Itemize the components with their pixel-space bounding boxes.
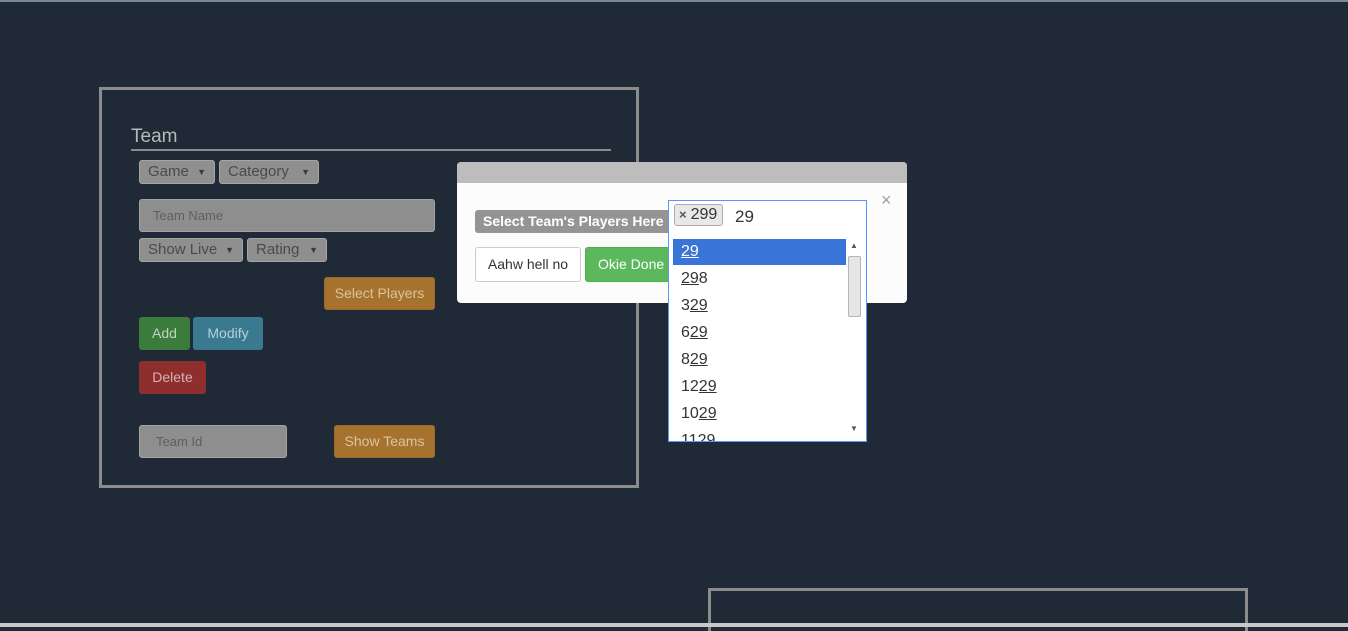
option-prefix: 12 [681, 378, 699, 395]
cancel-button[interactable]: Aahw hell no [475, 247, 581, 282]
team-id-input[interactable]: Team Id [139, 425, 287, 458]
player-option[interactable]: 1129 [673, 428, 846, 442]
player-option[interactable]: 1229 [673, 374, 846, 400]
rating-dropdown-label: Rating [256, 241, 300, 258]
chip-label: 299 [690, 206, 718, 223]
option-prefix: 11 [681, 432, 698, 442]
player-option[interactable]: 1029 [673, 401, 846, 427]
selected-player-chip: × 299 [674, 204, 724, 226]
show-live-dropdown[interactable]: Show Live ▼ [139, 238, 243, 262]
dropdown-scrollbar[interactable]: ▲ ▼ [847, 240, 863, 437]
select-players-button[interactable]: Select Players [324, 277, 435, 310]
chevron-down-icon: ▼ [309, 245, 318, 255]
option-match: 29 [689, 324, 708, 341]
player-option[interactable]: 298 [673, 266, 846, 292]
team-name-input[interactable]: Team Name [139, 199, 435, 232]
option-match: 29 [698, 378, 717, 395]
top-border [0, 0, 1348, 2]
team-title: Team [131, 126, 611, 151]
players-search-input[interactable]: 29 [735, 207, 754, 227]
modal-label: Select Team's Players Here [475, 210, 672, 233]
close-icon[interactable]: × [881, 190, 892, 211]
option-match: 29 [697, 432, 716, 442]
option-match: 29 [689, 297, 708, 314]
confirm-button[interactable]: Okie Done [585, 247, 677, 282]
players-select[interactable]: × 299 29 [668, 200, 867, 236]
scroll-up-icon[interactable]: ▲ [850, 241, 858, 250]
option-prefix: 10 [681, 405, 699, 422]
option-match: 29 [681, 270, 699, 287]
chip-remove-icon[interactable]: × [679, 207, 687, 222]
modify-button[interactable]: Modify [193, 317, 263, 350]
rating-dropdown[interactable]: Rating ▼ [247, 238, 327, 262]
option-prefix: 3 [681, 297, 690, 314]
option-prefix: 6 [681, 324, 690, 341]
chevron-down-icon: ▼ [197, 167, 206, 177]
option-match: 29 [698, 405, 717, 422]
player-option[interactable]: 829 [673, 347, 846, 373]
option-prefix: 8 [681, 351, 690, 368]
game-dropdown-label: Game [148, 163, 189, 180]
bottom-border [0, 623, 1348, 627]
category-dropdown[interactable]: Category ▼ [219, 160, 319, 184]
chevron-down-icon: ▼ [225, 245, 234, 255]
scroll-down-icon[interactable]: ▼ [850, 424, 858, 433]
game-dropdown[interactable]: Game ▼ [139, 160, 215, 184]
delete-button[interactable]: Delete [139, 361, 206, 394]
player-option[interactable]: 629 [673, 320, 846, 346]
category-dropdown-label: Category [228, 163, 289, 180]
add-button[interactable]: Add [139, 317, 190, 350]
chevron-down-icon: ▼ [301, 167, 310, 177]
player-option[interactable]: 29 [673, 239, 846, 265]
option-suffix: 8 [698, 270, 708, 287]
option-match: 29 [681, 243, 699, 260]
option-match: 29 [689, 351, 708, 368]
modal-header [457, 162, 907, 183]
show-live-dropdown-label: Show Live [148, 241, 218, 258]
player-option[interactable]: 329 [673, 293, 846, 319]
scrollbar-thumb[interactable] [848, 256, 861, 317]
show-teams-button[interactable]: Show Teams [334, 425, 435, 458]
players-dropdown: 29 298 329 629 829 1229 1029 1129 ▲ ▼ [668, 236, 867, 442]
